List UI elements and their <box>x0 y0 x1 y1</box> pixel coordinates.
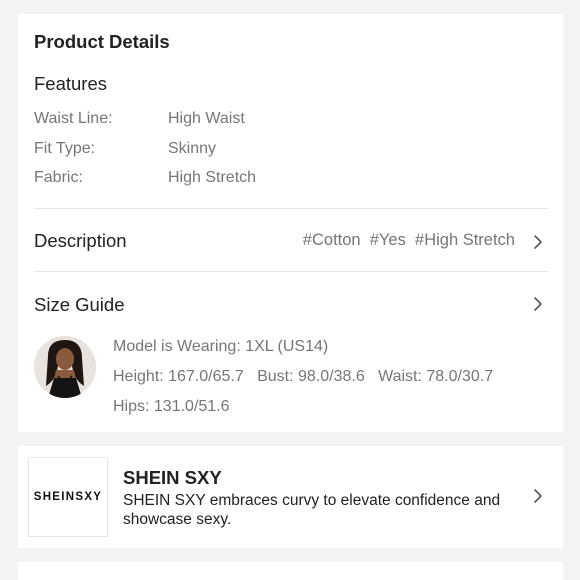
feature-key: Fit Type: <box>34 140 96 157</box>
feature-value: High Waist <box>168 110 245 127</box>
feature-key: Fabric: <box>34 169 83 186</box>
brand-logo-text: SHEINSXY <box>33 491 103 503</box>
chevron-right-icon <box>534 297 542 311</box>
feature-value: High Stretch <box>168 169 257 186</box>
feature-row-fit-type: Fit Type: Skinny <box>34 140 434 162</box>
feature-value: Skinny <box>168 140 217 157</box>
product-details-card: Product Details Features Waist Line: Hig… <box>18 14 563 432</box>
feature-key: Waist Line: <box>34 110 113 127</box>
features-heading: Features <box>34 73 108 94</box>
brand-card[interactable]: SHEINSXY SHEIN SXY SHEIN SXY embraces cu… <box>18 446 563 548</box>
model-hips-text: Hips: 131.0/51.6 <box>113 398 230 415</box>
chevron-right-icon[interactable] <box>529 487 547 505</box>
brand-logo: SHEINSXY <box>28 457 108 537</box>
brand-description: SHEIN SXY embraces curvy to elevate conf… <box>123 492 501 528</box>
feature-row-waist-line: Waist Line: High Waist <box>34 110 434 132</box>
model-measurements-text: Height: 167.0/65.7 Bust: 98.0/38.6 Waist… <box>113 368 494 385</box>
description-label: Description <box>34 230 127 251</box>
brand-name: SHEIN SXY <box>123 467 222 488</box>
chevron-right-icon <box>534 235 542 249</box>
feature-row-fabric: Fabric: High Stretch <box>34 169 434 191</box>
next-section-card <box>18 562 563 580</box>
size-guide-row[interactable]: Size Guide <box>18 272 563 328</box>
description-tags: #Cotton #Yes #High Stretch <box>302 231 515 249</box>
model-wearing-text: Model is Wearing: 1XL (US14) <box>113 338 329 355</box>
model-avatar <box>34 336 96 398</box>
product-details-title: Product Details <box>34 31 170 52</box>
description-row[interactable]: Description #Cotton #Yes #High Stretch <box>18 209 563 271</box>
size-guide-label: Size Guide <box>34 294 125 315</box>
